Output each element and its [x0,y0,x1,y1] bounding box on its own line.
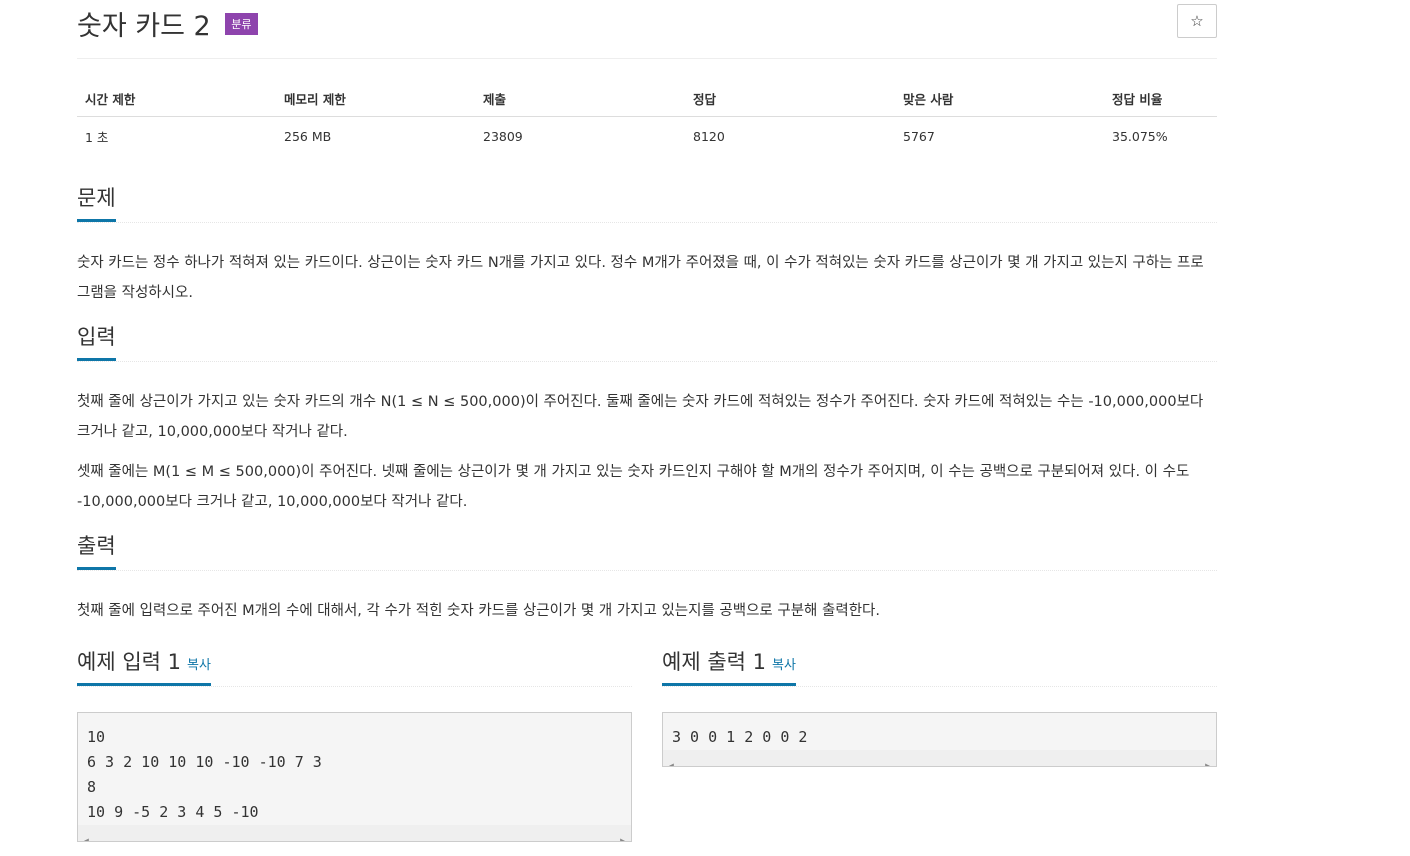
sample-input-panel: 예제 입력 1 복사 10 6 3 2 10 10 10 -10 -10 7 3 … [77,642,632,842]
header-memory-limit: 메모리 제한 [276,81,475,117]
value-ratio: 35.075% [1112,129,1168,144]
sample-output-heading: 예제 출력 1 복사 [662,646,796,686]
description-heading: 문제 [77,182,116,222]
description-section-header: 문제 [77,178,1217,223]
sample-output-title: 예제 출력 1 [662,650,766,674]
sample-input-title: 예제 입력 1 [77,650,181,674]
sample-input-heading: 예제 입력 1 복사 [77,646,211,686]
info-header-row: 시간 제한 메모리 제한 제출 정답 맞은 사람 정답 비율 [77,81,1217,117]
scroll-left-icon[interactable]: ◀ [84,828,89,841]
sample-output-text: 3 0 0 1 2 0 0 2 [672,728,808,746]
header-solvers: 맞은 사람 [895,81,1104,117]
input-section-header: 입력 [77,317,1217,362]
star-button[interactable]: ☆ [1177,4,1217,38]
copy-sample-output-link[interactable]: 복사 [772,658,796,673]
info-value-row: 1 초 256 MB 23809 8120 5767 35.075% [77,117,1217,155]
value-solvers: 5767 [903,129,935,144]
sample-output-header: 예제 출력 1 복사 [662,642,1217,687]
scroll-right-icon[interactable]: ▶ [620,828,625,841]
category-badge[interactable]: 분류 [225,12,258,35]
problem-page: 숫자 카드 2 분류 ☆ 시간 제한 메모리 제한 제출 정답 맞은 사람 정답… [77,0,1217,842]
header-ratio: 정답 비율 [1104,81,1217,117]
header-submissions: 제출 [475,81,685,117]
examples-row: 예제 입력 1 복사 10 6 3 2 10 10 10 -10 -10 7 3 … [77,642,1217,842]
scroll-right-icon[interactable]: ▶ [1205,753,1210,766]
description-body: 숫자 카드는 정수 하나가 적혀져 있는 카드이다. 상근이는 숫자 카드 N개… [77,248,1217,308]
description-paragraph: 숫자 카드는 정수 하나가 적혀져 있는 카드이다. 상근이는 숫자 카드 N개… [77,255,1204,301]
scroll-left-icon[interactable]: ◀ [669,753,674,766]
input-heading: 입력 [77,321,116,361]
output-heading: 출력 [77,530,116,570]
value-accepted: 8120 [693,129,725,144]
sample-output-box[interactable]: 3 0 0 1 2 0 0 2 ◀ ▶ [662,712,1217,767]
value-time-limit: 1 초 [85,130,109,145]
input-body: 첫째 줄에 상근이가 가지고 있는 숫자 카드의 개수 N(1 ≤ N ≤ 50… [77,387,1217,517]
sample-input-scrollbar[interactable]: ◀ ▶ [78,825,631,841]
output-paragraph: 첫째 줄에 입력으로 주어진 M개의 수에 대해서, 각 수가 적힌 숫자 카드… [77,603,880,619]
page-title: 숫자 카드 2 분류 [77,4,258,43]
output-section-header: 출력 [77,526,1217,571]
sample-input-text: 10 6 3 2 10 10 10 -10 -10 7 3 8 10 9 -5 … [87,728,322,821]
input-paragraph-2: 셋째 줄에는 M(1 ≤ M ≤ 500,000)이 주어진다. 넷째 줄에는 … [77,464,1190,510]
sample-output-panel: 예제 출력 1 복사 3 0 0 1 2 0 0 2 ◀ ▶ [662,642,1217,767]
input-paragraph-1: 첫째 줄에 상근이가 가지고 있는 숫자 카드의 개수 N(1 ≤ N ≤ 50… [77,394,1204,440]
star-icon: ☆ [1190,12,1204,30]
value-submissions: 23809 [483,129,523,144]
output-body: 첫째 줄에 입력으로 주어진 M개의 수에 대해서, 각 수가 적힌 숫자 카드… [77,596,1217,626]
value-memory-limit: 256 MB [284,129,332,144]
sample-input-box[interactable]: 10 6 3 2 10 10 10 -10 -10 7 3 8 10 9 -5 … [77,712,632,842]
problem-title: 숫자 카드 2 [77,11,211,42]
problem-info-table: 시간 제한 메모리 제한 제출 정답 맞은 사람 정답 비율 1 초 256 M… [77,81,1217,154]
sample-input-header: 예제 입력 1 복사 [77,642,632,687]
sample-output-scrollbar[interactable]: ◀ ▶ [663,750,1216,766]
title-row: 숫자 카드 2 분류 ☆ [77,0,1217,59]
header-time-limit: 시간 제한 [77,81,276,117]
copy-sample-input-link[interactable]: 복사 [187,658,211,673]
header-accepted: 정답 [685,81,895,117]
